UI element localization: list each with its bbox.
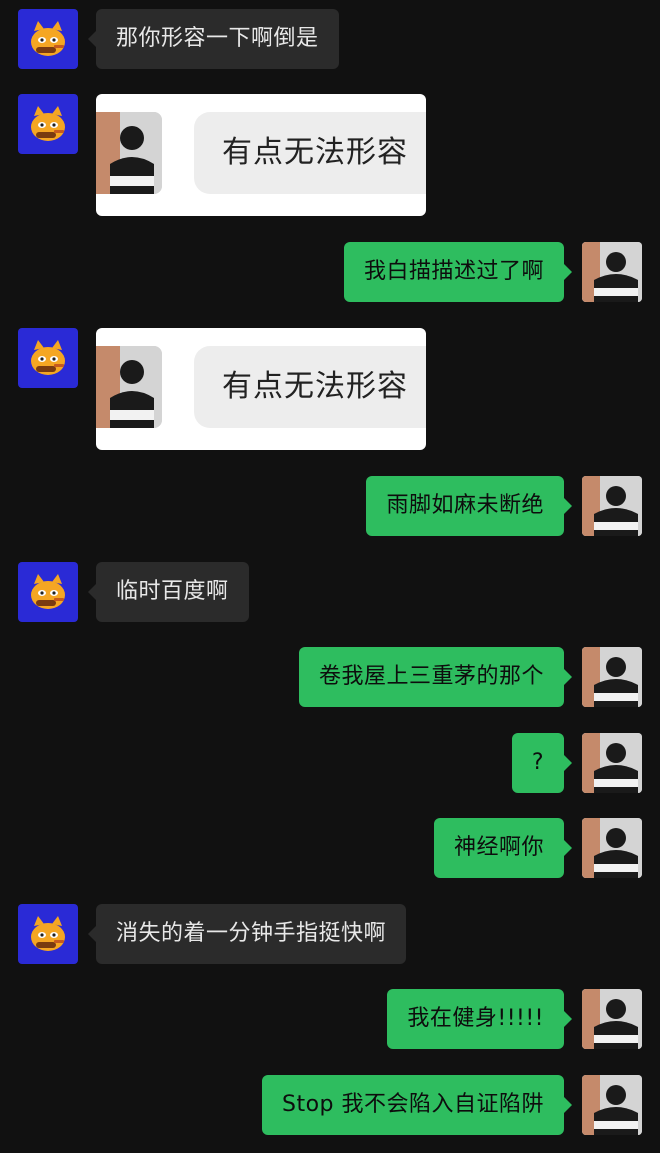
person-photo-icon: [582, 818, 642, 878]
image-message[interactable]: 有点无法形容: [96, 94, 426, 216]
message-bubble[interactable]: 消失的着一分钟手指挺快啊: [87, 904, 407, 964]
contact-avatar-icon[interactable]: [18, 904, 78, 964]
quoted-text-bubble: 有点无法形容: [194, 346, 426, 428]
user-avatar-icon[interactable]: [582, 989, 642, 1049]
contact-avatar-icon[interactable]: [18, 562, 78, 622]
message-bubble[interactable]: 那你形容一下啊倒是: [88, 9, 339, 69]
quoted-avatar-thumbnail: [96, 112, 162, 194]
user-avatar-icon[interactable]: [582, 242, 642, 302]
contact-avatar-icon[interactable]: [18, 9, 78, 69]
user-avatar-icon[interactable]: [582, 818, 642, 878]
message-bubble[interactable]: 卷我屋上三重茅的那个: [298, 647, 573, 707]
quoted-text: 有点无法形容: [222, 135, 408, 170]
cartoon-cat-icon: [31, 21, 65, 56]
quoted-avatar-thumbnail: [96, 346, 162, 428]
user-avatar-icon[interactable]: [582, 647, 642, 707]
message-bubble[interactable]: Stop 我不会陷入自证陷阱: [261, 1075, 573, 1135]
person-photo-icon: [582, 733, 642, 793]
person-photo-icon: [582, 1075, 642, 1135]
contact-avatar-icon[interactable]: [18, 328, 78, 388]
person-photo-icon: [582, 647, 642, 707]
quoted-text-bubble: 有点无法形容: [194, 112, 426, 194]
user-avatar-icon[interactable]: [582, 733, 642, 793]
message-bubble[interactable]: 我白描描述过了啊: [343, 242, 573, 302]
contact-avatar-icon[interactable]: [18, 94, 78, 154]
cartoon-cat-icon: [31, 340, 65, 375]
image-message[interactable]: 有点无法形容: [96, 328, 426, 450]
message-bubble[interactable]: ?: [511, 733, 573, 793]
person-photo-icon: [582, 476, 642, 536]
cartoon-cat-icon: [31, 574, 65, 609]
cartoon-cat-icon: [31, 106, 65, 141]
quoted-text: 有点无法形容: [222, 369, 408, 404]
person-photo-icon: [582, 989, 642, 1049]
user-avatar-icon[interactable]: [582, 476, 642, 536]
user-avatar-icon[interactable]: [582, 1075, 642, 1135]
cartoon-cat-icon: [31, 916, 65, 951]
message-bubble[interactable]: 我在健身!!!!!: [387, 989, 572, 1049]
message-bubble[interactable]: 神经啊你: [433, 818, 573, 878]
message-bubble[interactable]: 临时百度啊: [88, 562, 249, 622]
message-bubble[interactable]: 雨脚如麻未断绝: [366, 476, 572, 536]
person-photo-icon: [582, 242, 642, 302]
